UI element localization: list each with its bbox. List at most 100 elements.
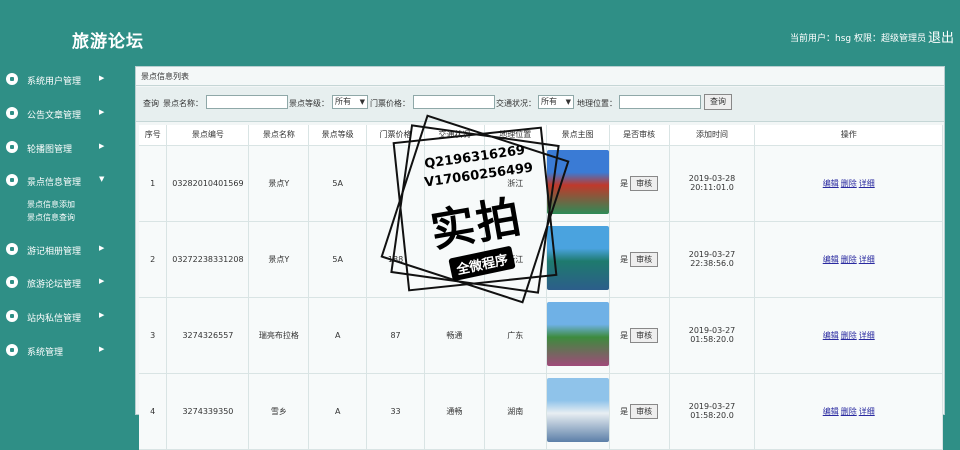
app-icon [6, 174, 18, 186]
location-label: 地理位置： [577, 99, 617, 108]
edit-link[interactable]: 编辑 [823, 331, 839, 340]
col-header: 是否审核 [609, 125, 670, 146]
cell-thumbnail [546, 221, 610, 298]
search-query-label: 查询 [143, 99, 159, 108]
audit-button[interactable]: 审核 [630, 251, 659, 267]
sidebar-item-label: 公告文章管理 [27, 111, 82, 121]
cell-name: 瑞亮布拉格 [248, 297, 310, 374]
chart-icon [6, 344, 18, 356]
sidebar-item-messages[interactable]: 站内私信管理 ▶ [0, 304, 112, 328]
table-row: 1 03282010401569 景点Y 5A 浙江是审核 2019-03-28 20:1… [139, 145, 943, 222]
detail-link[interactable]: 详细 [859, 407, 875, 416]
ticket-price-input[interactable] [413, 95, 495, 109]
delete-link[interactable]: 删除 [841, 255, 857, 264]
delete-link[interactable]: 删除 [841, 407, 857, 416]
cell-operations: 编辑 删除 详细 [754, 297, 943, 374]
cell-name: 景点Y [248, 221, 310, 298]
cell-operations: 编辑 删除 详细 [754, 145, 943, 222]
table-row: 2 03272238331208 景点Y 5A 188 浙江是审核 2019-03-27 2… [139, 221, 943, 298]
scenic-thumbnail-image[interactable] [546, 378, 609, 442]
chevron-right-icon: ▶ [99, 74, 105, 82]
col-header: 景点名称 [248, 125, 310, 146]
scenic-thumbnail-image[interactable] [546, 150, 609, 214]
scenic-name-label: 景点名称： [163, 99, 203, 108]
chevron-right-icon: ▶ [99, 244, 105, 252]
app-title: 旅游论坛 [72, 32, 144, 52]
cell-location: 广东 [484, 297, 547, 374]
delete-link[interactable]: 删除 [841, 179, 857, 188]
message-icon [6, 310, 18, 322]
sidebar-item-forum[interactable]: 旅游论坛管理 ▶ [0, 270, 112, 294]
sidebar-item-system[interactable]: 系统管理 ▶ [0, 338, 112, 362]
cell-audit: 是审核 [609, 373, 670, 450]
cell-traffic: 通畅 [424, 373, 485, 450]
cell-level: A [308, 373, 368, 450]
current-user-info: 当前用户：hsg 权限：超级管理员 [790, 34, 926, 44]
col-header: 景点主图 [546, 125, 610, 146]
audit-button[interactable]: 审核 [630, 403, 659, 419]
scenic-thumbnail-image[interactable] [546, 302, 609, 366]
sidebar-subitem-add-scenic[interactable]: 景点信息添加 [27, 199, 75, 210]
scenic-name-input[interactable] [206, 95, 288, 109]
sidebar-item-label: 景点信息管理 [27, 178, 82, 188]
audit-status: 是 [620, 406, 629, 416]
detail-link[interactable]: 详细 [859, 179, 875, 188]
scenic-level-select[interactable]: 所有 ▼ [332, 95, 368, 109]
sidebar-item-user-admin[interactable]: 系统用户管理 ▶ [0, 67, 112, 91]
sidebar: 系统用户管理 ▶ 公告文章管理 ▶ 轮播图管理 ▶ 景点信息管理 ▼ 景点信息添… [0, 62, 112, 415]
sidebar-item-travel-album[interactable]: 游记相册管理 ▶ [0, 237, 112, 261]
sidebar-item-scenic-info[interactable]: 景点信息管理 ▼ [0, 168, 112, 192]
sidebar-subitem-query-scenic[interactable]: 景点信息查询 [27, 212, 75, 223]
chevron-down-icon: ▼ [99, 175, 105, 183]
audit-button[interactable]: 审核 [630, 327, 659, 343]
col-header: 景点编号 [166, 125, 250, 146]
dropdown-arrow-icon: ▼ [565, 98, 571, 106]
cell-traffic: 畅通 [424, 297, 485, 374]
sidebar-item-label: 旅游论坛管理 [27, 280, 82, 290]
audit-status: 是 [620, 330, 629, 340]
cell-no: 3 [139, 297, 168, 374]
logout-link[interactable]: 退出 [928, 27, 954, 46]
edit-link[interactable]: 编辑 [823, 179, 839, 188]
detail-link[interactable]: 详细 [859, 331, 875, 340]
cloud-icon [6, 243, 18, 255]
forum-icon [6, 276, 18, 288]
table-row: 3 3274326557 瑞亮布拉格 A 87 畅通 广东是审核 2019-03-27 01:… [139, 297, 943, 374]
col-header: 序号 [139, 125, 168, 146]
detail-link[interactable]: 详细 [859, 255, 875, 264]
edit-link[interactable]: 编辑 [823, 255, 839, 264]
cell-level: 5A [308, 145, 368, 222]
header-bar: 旅游论坛 当前用户：hsg 权限：超级管理员 退出 [0, 0, 960, 62]
cell-traffic [424, 221, 485, 298]
cell-time: 2019-03-27 22:38:56.0 [669, 221, 756, 298]
col-header: 地理位置 [484, 125, 547, 146]
traffic-value: 所有 [541, 97, 557, 106]
location-input[interactable] [619, 95, 701, 109]
chevron-right-icon: ▶ [99, 345, 105, 353]
cell-level: 5A [308, 221, 368, 298]
col-header: 交通状况 [424, 125, 485, 146]
cell-thumbnail [546, 373, 610, 450]
cell-code: 3274339350 [166, 373, 250, 450]
delete-link[interactable]: 删除 [841, 331, 857, 340]
audit-button[interactable]: 审核 [630, 175, 659, 191]
traffic-label: 交通状况： [496, 99, 536, 108]
sidebar-item-label: 系统管理 [27, 348, 64, 358]
cell-thumbnail [546, 297, 610, 374]
cell-thumbnail [546, 145, 610, 222]
edit-link[interactable]: 编辑 [823, 407, 839, 416]
sidebar-item-label: 轮播图管理 [27, 145, 73, 155]
sidebar-item-carousel[interactable]: 轮播图管理 ▶ [0, 135, 112, 159]
cell-time: 2019-03-28 20:11:01.0 [669, 145, 756, 222]
scenic-table: 序号 景点编号 景点名称 景点等级 门票价格 交通状况 地理位置 景点主图 是否… [139, 125, 943, 450]
search-button[interactable]: 查询 [704, 94, 732, 110]
col-header: 添加时间 [669, 125, 756, 146]
chevron-right-icon: ▶ [99, 277, 105, 285]
sidebar-item-articles[interactable]: 公告文章管理 ▶ [0, 101, 112, 125]
traffic-select[interactable]: 所有 ▼ [538, 95, 574, 109]
scenic-thumbnail-image[interactable] [546, 226, 609, 290]
cell-audit: 是审核 [609, 297, 670, 374]
cell-name: 景点Y [248, 145, 310, 222]
cell-no: 4 [139, 373, 168, 450]
sidebar-item-label: 游记相册管理 [27, 247, 82, 257]
